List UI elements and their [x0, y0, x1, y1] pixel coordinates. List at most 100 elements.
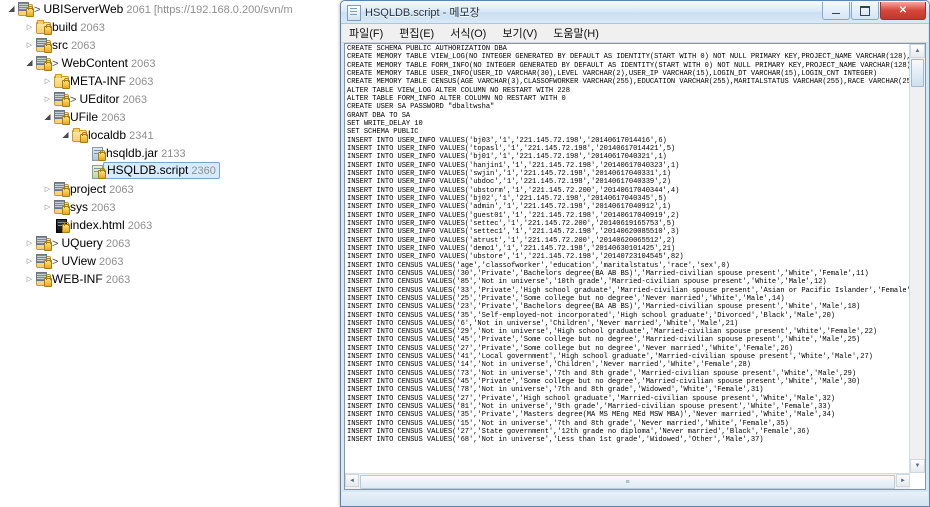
tree-item-revision: 2063 — [127, 220, 153, 232]
tree-row-ueditor[interactable]: > UEditor 2063 — [0, 90, 340, 108]
notepad-title-bar[interactable]: HSQLDB.script - 메모장 ✕ — [341, 1, 929, 24]
expand-arrow-icon[interactable] — [42, 180, 53, 198]
tree-item-label-wrap: build 2063 — [52, 20, 105, 34]
tree-item-revision: 2063 — [128, 76, 154, 88]
folder-icon — [53, 72, 70, 90]
menu-item-4[interactable]: 도움말(H) — [550, 24, 602, 42]
horizontal-scrollbar[interactable]: ◄ ≡ ► — [345, 473, 910, 489]
script-content[interactable]: CREATE SCHEMA PUBLIC AUTHORIZATION DBA C… — [347, 45, 910, 473]
tree-row-sys[interactable]: sys 2063 — [0, 198, 340, 216]
tree-row-ubiserverweb[interactable]: > UBIServerWeb 2061 [https://192.168.0.2… — [0, 0, 340, 18]
tree-item-label-wrap: > UQuery 2063 — [52, 236, 131, 250]
tree-row-uquery[interactable]: > UQuery 2063 — [0, 234, 340, 252]
notepad-text-area[interactable]: CREATE SCHEMA PUBLIC AUTHORIZATION DBA C… — [344, 43, 926, 490]
tree-row-hsqldb-script[interactable]: HSQLDB.script 2360 — [0, 162, 340, 180]
close-button[interactable]: ✕ — [880, 2, 926, 20]
script-file-icon — [89, 162, 106, 180]
tree-row-project[interactable]: project 2063 — [0, 180, 340, 198]
tree-item-revision: 2063 — [122, 94, 148, 106]
tree-item-label-wrap: > UBIServerWeb 2061 [https://192.168.0.2… — [34, 2, 293, 16]
selected-item: HSQLDB.script 2360 — [103, 162, 220, 179]
collapse-arrow-icon[interactable] — [42, 108, 53, 126]
folder-icon — [35, 18, 52, 36]
tree-row-src[interactable]: src 2063 — [0, 36, 340, 54]
expand-arrow-icon[interactable] — [24, 36, 35, 54]
tree-item-revision: 2063 — [71, 40, 96, 52]
screen: > UBIServerWeb 2061 [https://192.168.0.2… — [0, 0, 930, 507]
tree-row-webcontent[interactable]: > WebContent 2063 — [0, 54, 340, 72]
tree-item-label-wrap: > WebContent 2063 — [52, 56, 156, 70]
jar-file-icon — [89, 144, 106, 162]
tree-item-name: META-INF — [70, 74, 126, 88]
expand-arrow-icon[interactable] — [42, 198, 53, 216]
tree-row-web-inf[interactable]: WEB-INF 2063 — [0, 270, 340, 288]
window-title: HSQLDB.script - 메모장 — [365, 7, 480, 19]
expand-arrow-icon[interactable] — [24, 18, 35, 36]
scroll-up-arrow[interactable]: ▲ — [910, 44, 925, 58]
tree-item-repository-url: [https://192.168.0.200/svn/m — [153, 4, 293, 16]
tree-item-name: WEB-INF — [52, 272, 103, 286]
notepad-window[interactable]: HSQLDB.script - 메모장 ✕ 파일(F) 편집(E) 서식(O) 보기(… — [340, 0, 930, 507]
tree-item-name: sys — [70, 200, 88, 214]
tree-item-label-wrap: > UEditor 2063 — [70, 92, 148, 106]
scroll-down-arrow[interactable]: ▼ — [910, 459, 925, 473]
scroll-right-arrow[interactable]: ► — [896, 474, 910, 487]
horizontal-scroll-thumb[interactable]: ≡ — [360, 475, 895, 489]
tree-row-ufile[interactable]: UFile 2063 — [0, 108, 340, 126]
minimize-button[interactable] — [822, 2, 850, 20]
folder-locked-icon — [35, 54, 52, 72]
tree-item-name: HSQLDB.script — [107, 163, 189, 177]
folder-locked-icon — [53, 90, 70, 108]
tree-item-revision: 2063 — [109, 184, 134, 196]
tree-item-revision: 2063 — [101, 112, 126, 124]
tree-item-name: index.html — [70, 218, 125, 232]
notepad-menu-bar[interactable]: 파일(F) 편집(E) 서식(O) 보기(V) 도움말(H) — [342, 24, 928, 43]
scroll-left-arrow[interactable]: ◄ — [345, 474, 359, 487]
tree-row-build[interactable]: build 2063 — [0, 18, 340, 36]
menu-item-3[interactable]: 보기(V) — [499, 24, 540, 42]
tree-item-revision: 2063 — [80, 22, 105, 34]
tree-item-name: UFile — [70, 110, 99, 124]
maximize-button[interactable] — [851, 2, 879, 20]
project-explorer-tree[interactable]: > UBIServerWeb 2061 [https://192.168.0.2… — [0, 0, 340, 507]
tree-item-revision: 2341 — [129, 130, 154, 142]
folder-locked-icon — [35, 36, 52, 54]
tree-item-label-wrap: project 2063 — [70, 182, 134, 196]
tree-item-revision: 2061 — [126, 4, 151, 16]
expand-arrow-icon[interactable] — [24, 270, 35, 288]
tree-row-localdb[interactable]: localdb 2341 — [0, 126, 340, 144]
tree-row-meta-inf[interactable]: META-INF 2063 — [0, 72, 340, 90]
tree-row-index-html[interactable]: index.html 2063 — [0, 216, 340, 234]
tree-item-name: hsqldb.jar — [106, 146, 159, 160]
folder-locked-icon — [53, 180, 70, 198]
expand-arrow-icon[interactable] — [42, 72, 53, 90]
vertical-scroll-thumb[interactable] — [911, 59, 924, 87]
tree-item-revision: 2063 — [105, 238, 131, 250]
tree-item-label-wrap: META-INF 2063 — [70, 74, 154, 88]
tree-item-revision: 2063 — [99, 256, 124, 268]
expand-arrow-icon[interactable] — [24, 252, 35, 270]
tree-item-label-wrap: sys 2063 — [70, 200, 116, 214]
menu-item-1[interactable]: 편집(E) — [396, 24, 437, 42]
tree-item-revision: 2063 — [91, 202, 116, 214]
tree-item-revision: 2063 — [131, 58, 156, 70]
menu-item-0[interactable]: 파일(F) — [346, 24, 386, 42]
folder-locked-icon — [53, 198, 70, 216]
expand-arrow-icon[interactable] — [24, 234, 35, 252]
vertical-scrollbar[interactable]: ▲ ▼ — [909, 44, 925, 473]
tree-item-name: build — [52, 20, 78, 34]
tree-item-label-wrap: hsqldb.jar 2133 — [106, 146, 186, 160]
expand-arrow-icon[interactable] — [42, 90, 53, 108]
tree-item-revision: 2133 — [161, 148, 186, 160]
collapse-arrow-icon[interactable] — [24, 54, 35, 72]
window-controls[interactable]: ✕ — [822, 2, 926, 20]
tree-row-hsqldb-jar[interactable]: hsqldb.jar 2133 — [0, 144, 340, 162]
collapse-arrow-icon[interactable] — [60, 126, 71, 144]
menu-item-2[interactable]: 서식(O) — [447, 24, 489, 42]
tree-row-uview[interactable]: > UView 2063 — [0, 252, 340, 270]
collapse-arrow-icon[interactable] — [6, 0, 17, 18]
tree-item-name: WebContent — [61, 56, 128, 70]
